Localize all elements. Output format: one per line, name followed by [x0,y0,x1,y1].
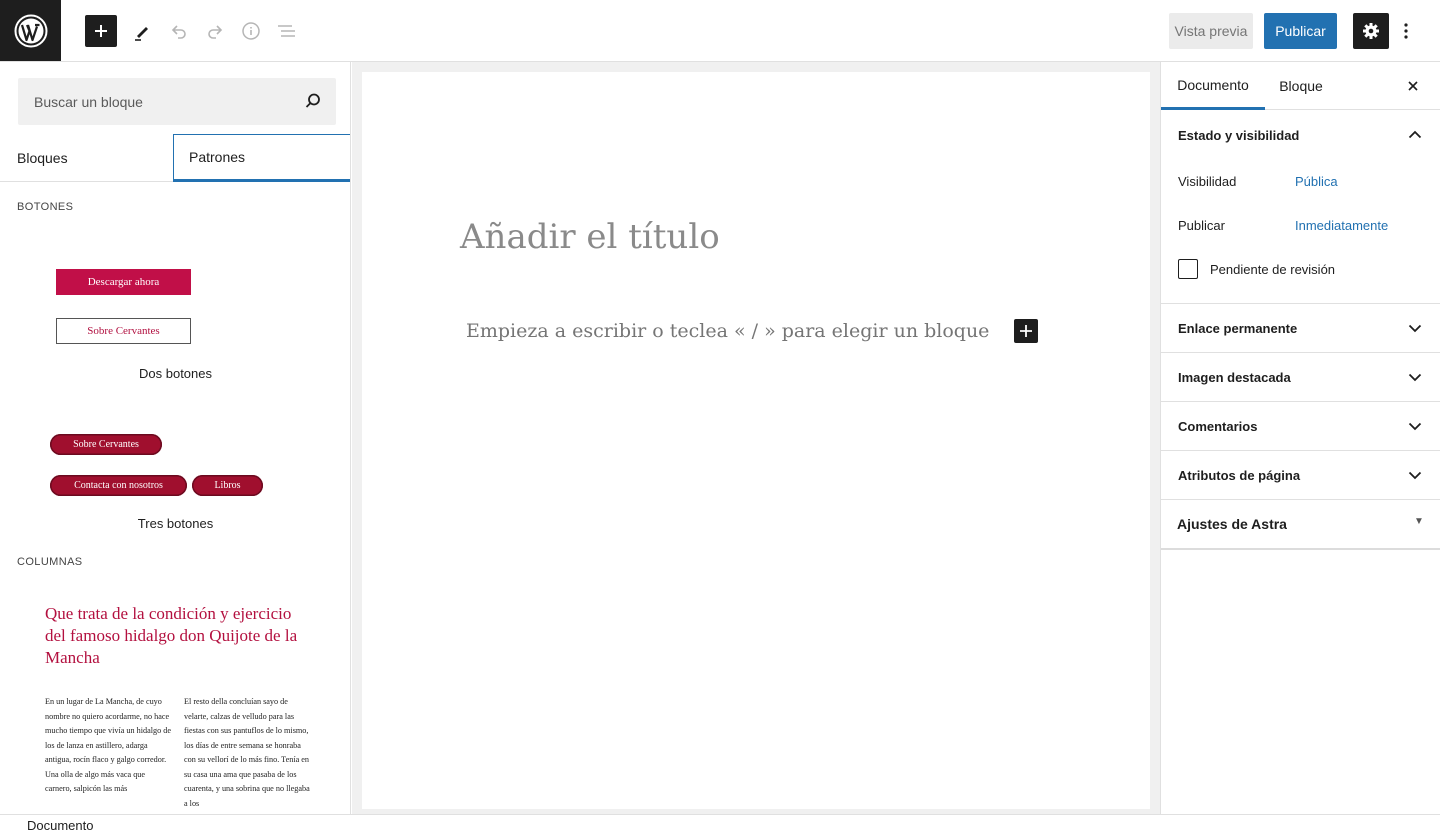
panel-title: Atributos de página [1178,468,1301,483]
pending-review-label[interactable]: Pendiente de revisión [1210,262,1335,277]
list-view-button[interactable] [271,15,303,47]
block-search [18,78,336,125]
pattern-column-text: En un lugar de La Mancha, de cuyo nombre… [45,697,171,793]
publish-date-label: Publicar [1178,218,1225,233]
sidebar-tabs: Documento Bloque [1161,62,1440,110]
panel-header-comments[interactable]: Comentarios [1161,402,1440,451]
pattern-column-text: El resto della concluían sayo de velarte… [184,697,310,808]
search-icon[interactable] [304,92,322,110]
plus-icon [95,25,107,37]
pending-review-checkbox[interactable] [1178,259,1198,279]
block-search-input[interactable] [18,78,298,125]
panel-header-astra-settings[interactable]: Ajustes de Astra ▼ [1161,500,1440,550]
redo-icon [208,25,223,39]
panel-title: Enlace permanente [1178,321,1298,336]
chevron-up-icon [1408,130,1422,139]
pattern-heading-preview: Que trata de la condición y ejercicio de… [45,604,298,667]
section-label-columns: COLUMNAS [17,556,83,568]
add-block-button[interactable] [85,15,117,47]
more-vertical-icon [1404,23,1408,39]
pattern-button-preview: Libros [192,475,263,496]
visibility-toggle[interactable]: Pública [1295,174,1338,189]
block-breadcrumb-bar: Documento [0,814,1440,836]
undo-icon [171,25,186,39]
breadcrumb-item[interactable]: Documento [27,818,93,833]
editor-canvas: Añadir el título Empieza a escribir o te… [362,72,1150,809]
panel-title: Comentarios [1178,419,1258,434]
close-sidebar-button[interactable] [1401,74,1425,98]
panel-header-featured-image[interactable]: Imagen destacada [1161,353,1440,402]
more-options-button[interactable] [1394,13,1418,49]
pattern-name: Dos botones [139,366,212,381]
visibility-label: Visibilidad [1178,174,1237,189]
inserter-tabs: Bloques Patrones [0,134,350,182]
gear-icon [1363,23,1379,39]
tab-block[interactable]: Bloque [1265,62,1337,110]
redo-button[interactable] [199,15,231,47]
preview-button[interactable]: Vista previa [1169,13,1253,49]
panel-header-status[interactable]: Estado y visibilidad [1161,111,1440,160]
caret-down-icon: ▼ [1414,516,1424,527]
tab-patterns[interactable]: Patrones [173,134,350,182]
publish-date-toggle[interactable]: Inmediatamente [1295,218,1388,233]
panel-title: Ajustes de Astra [1177,516,1287,532]
panel-title: Estado y visibilidad [1178,128,1300,143]
settings-sidebar: Documento Bloque Estado y visibilidad Vi… [1160,62,1440,814]
publish-button[interactable]: Publicar [1264,13,1337,49]
pattern-button-preview: Sobre Cervantes [50,434,162,455]
block-inserter-panel: Bloques Patrones BOTONES Descargar ahora… [0,62,351,814]
chevron-down-icon [1408,471,1422,480]
tab-blocks[interactable]: Bloques [0,134,173,182]
wordpress-logo-icon[interactable] [0,0,61,61]
editor-canvas-area: Añadir el título Empieza a escribir o te… [352,62,1160,814]
info-icon [242,22,260,40]
panel-header-page-attributes[interactable]: Atributos de página [1161,451,1440,500]
details-button[interactable] [235,15,267,47]
settings-button[interactable] [1353,13,1389,49]
pattern-name: Tres botones [137,516,214,531]
edit-tool-button[interactable] [126,15,158,47]
list-view-icon [278,25,295,37]
chevron-down-icon [1408,422,1422,431]
editor-header: Vista previa Publicar [0,0,1440,62]
plus-icon [1020,325,1032,337]
panel-title: Imagen destacada [1178,370,1291,385]
pattern-three-buttons[interactable]: Sobre Cervantes Contacta con nosotros Li… [0,412,350,542]
undo-button[interactable] [163,15,195,47]
section-label-buttons: BOTONES [17,201,74,213]
panel-header-permalink[interactable]: Enlace permanente [1161,304,1440,353]
post-title-input[interactable]: Añadir el título [460,217,720,257]
chevron-down-icon [1408,324,1422,333]
close-icon [1408,81,1418,91]
pattern-button-preview: Descargar ahora [56,269,191,295]
chevron-down-icon [1408,373,1422,382]
tab-document[interactable]: Documento [1161,62,1265,110]
pattern-button-preview: Sobre Cervantes [56,318,191,344]
default-block-appender[interactable]: Empieza a escribir o teclea « / » para e… [466,320,989,342]
pattern-two-buttons[interactable]: Descargar ahora Sobre Cervantes Dos boto… [0,242,350,402]
inline-add-block-button[interactable] [1014,319,1038,343]
pencil-icon [135,27,148,41]
pattern-button-preview: Contacta con nosotros [50,475,187,496]
